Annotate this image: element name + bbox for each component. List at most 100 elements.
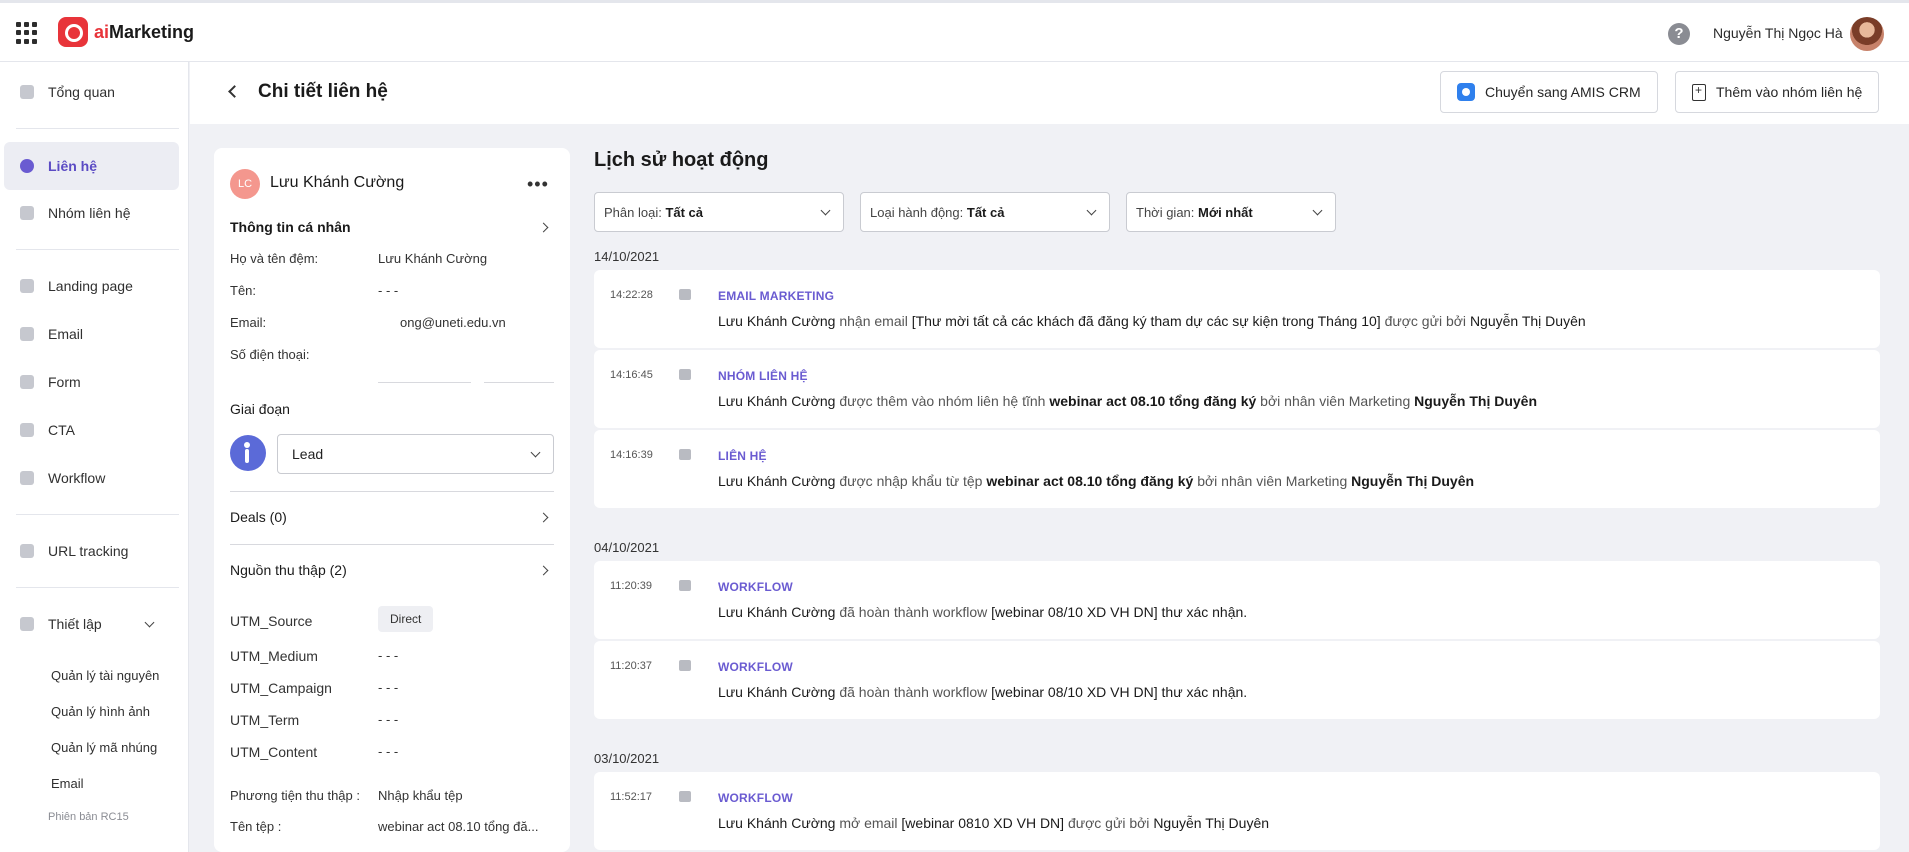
more-options-icon[interactable]: ••• (527, 174, 549, 195)
chevron-right-icon[interactable] (538, 565, 549, 576)
field-value-middle-name: Lưu Khánh Cường (378, 251, 488, 266)
event-type: NHÓM LIÊN HỆ (718, 369, 808, 383)
history-date: 03/10/2021 (594, 751, 660, 766)
event-time: 11:20:37 (610, 660, 653, 672)
event-time: 11:52:17 (610, 791, 653, 803)
event-description: Lưu Khánh Cường nhận email [Thư mời tất … (718, 313, 1586, 329)
history-event[interactable]: 14:16:39 LIÊN HỆ Lưu Khánh Cường được nhập… (594, 430, 1880, 508)
sources-section[interactable]: Nguồn thu thập (2) (230, 562, 347, 578)
workflow-icon (20, 471, 34, 485)
stage-title: Giai đoạn (230, 401, 290, 417)
utm-source-label: UTM_Source (230, 613, 313, 629)
personal-info-title[interactable]: Thông tin cá nhân (230, 219, 351, 235)
contacts-icon (20, 159, 34, 173)
utm-term-value: - - - (378, 712, 399, 727)
sidebar-item-cta[interactable]: CTA (4, 406, 179, 454)
sidebar-item-url-tracking[interactable]: URL tracking (4, 527, 179, 575)
chevron-right-icon[interactable] (538, 222, 549, 233)
app-logo[interactable]: aiMarketing (58, 17, 194, 47)
history-date: 14/10/2021 (594, 249, 660, 264)
top-bar: aiMarketing ? Nguyễn Thị Ngọc Hà (0, 0, 1909, 62)
email-icon (20, 327, 34, 341)
app-name: aiMarketing (94, 21, 195, 42)
contact-card: LC Lưu Khánh Cường ••• Thông tin cá nhân… (214, 148, 570, 852)
sidebar-sub-quan-ly-ma-nhung[interactable]: Quản lý mã nhúng (51, 740, 157, 755)
event-type: WORKFLOW (718, 791, 793, 805)
utm-content-label: UTM_Content (230, 744, 318, 760)
back-arrow-icon[interactable] (228, 85, 241, 98)
stage-select[interactable]: Lead (277, 434, 554, 474)
history-event[interactable]: 14:16:45 NHÓM LIÊN HỆ Lưu Khánh Cường được… (594, 350, 1880, 428)
event-description: Lưu Khánh Cường được thêm vào nhóm liên … (718, 393, 1538, 409)
event-type: WORKFLOW (718, 580, 793, 594)
utm-term-label: UTM_Term (230, 712, 300, 728)
history-event[interactable]: 11:20:39 WORKFLOW Lưu Khánh Cường đã hoàn … (594, 561, 1880, 639)
chevron-down-icon (144, 617, 155, 627)
event-description: Lưu Khánh Cường đã hoàn thành workflow [… (718, 604, 1248, 620)
sidebar-item-thiet-lap[interactable]: Thiết lập (4, 600, 179, 648)
contact-name: Lưu Khánh Cường (270, 174, 405, 191)
help-icon[interactable]: ? (1668, 23, 1690, 45)
event-description: Lưu Khánh Cường đã hoàn thành workflow [… (718, 684, 1248, 700)
contacts-icon (679, 449, 691, 460)
sidebar-sub-quan-ly-hinh-anh[interactable]: Quản lý hình ảnh (51, 704, 150, 719)
channel-value: Nhập khẩu tệp (378, 788, 463, 803)
page-title: Chi tiết liên hệ (258, 81, 388, 102)
deals-section[interactable]: Deals (0) (230, 509, 287, 525)
utm-medium-value: - - - (378, 648, 399, 663)
app-launcher-icon[interactable] (16, 22, 38, 44)
filter-category[interactable]: Phân loại: Tất cả (594, 192, 844, 232)
workflow-icon (679, 660, 691, 671)
event-type: LIÊN HỆ (718, 449, 767, 463)
link-icon (20, 544, 34, 558)
sidebar-sub-email[interactable]: Email (51, 776, 84, 791)
add-to-group-button[interactable]: Thêm vào nhóm liên hệ (1675, 71, 1880, 113)
sidebar-item-landing-page[interactable]: Landing page (4, 262, 179, 310)
chevron-down-icon (1312, 205, 1323, 216)
app-version: Phiên bản RC15 (48, 811, 129, 823)
switch-to-crm-button[interactable]: Chuyển sang AMIS CRM (1440, 71, 1658, 113)
chevron-right-icon[interactable] (538, 512, 549, 523)
history-event[interactable]: 11:52:17 WORKFLOW Lưu Khánh Cường mở email… (594, 772, 1880, 850)
logo-mark-icon (58, 17, 88, 47)
landing-page-icon (20, 279, 34, 293)
sidebar-sub-quan-ly-tai-nguyen[interactable]: Quản lý tài nguyên (51, 668, 159, 683)
sidebar-item-lien-he[interactable]: Liên hệ (4, 142, 179, 190)
email-icon (679, 289, 691, 300)
sidebar-item-tong-quan[interactable]: Tổng quan (4, 68, 179, 116)
page-header: Chi tiết liên hệ Chuyển sang AMIS CRM Th… (190, 62, 1909, 124)
history-title: Lịch sử hoạt động (594, 149, 769, 171)
user-name[interactable]: Nguyễn Thị Ngọc Hà (1713, 25, 1843, 41)
add-group-icon (1692, 83, 1706, 101)
form-icon (20, 375, 34, 389)
workflow-icon (679, 580, 691, 591)
event-time: 14:16:39 (610, 449, 653, 461)
user-avatar[interactable] (1850, 17, 1884, 51)
channel-label: Phương tiện thu thập : (230, 788, 360, 803)
utm-campaign-value: - - - (378, 680, 399, 695)
event-description: Lưu Khánh Cường mở email [webinar 0810 X… (718, 815, 1270, 831)
history-event[interactable]: 11:20:37 WORKFLOW Lưu Khánh Cường đã hoàn … (594, 641, 1880, 719)
chevron-down-icon (530, 447, 541, 458)
sidebar-item-form[interactable]: Form (4, 358, 179, 406)
sidebar-item-email[interactable]: Email (4, 310, 179, 358)
chevron-down-icon (820, 205, 831, 216)
field-label-first-name: Tên: (230, 283, 257, 298)
event-time: 11:20:39 (610, 580, 653, 592)
history-event[interactable]: 14:22:28 EMAIL MARKETING Lưu Khánh Cường n… (594, 270, 1880, 348)
cta-icon (20, 423, 34, 437)
event-description: Lưu Khánh Cường được nhập khẩu từ tệp we… (718, 473, 1475, 489)
amis-crm-icon (1457, 83, 1475, 101)
sidebar-item-nhom-lien-he[interactable]: Nhóm liên hệ (4, 189, 179, 237)
contact-group-icon (679, 369, 691, 380)
event-time: 14:16:45 (610, 369, 653, 381)
field-value-first-name: - - - (378, 283, 399, 298)
event-time: 14:22:28 (610, 289, 653, 301)
utm-content-value: - - - (378, 744, 399, 759)
dashboard-icon (20, 85, 34, 99)
sidebar-item-workflow[interactable]: Workflow (4, 454, 179, 502)
filter-action-type[interactable]: Loại hành động: Tất cả (860, 192, 1110, 232)
field-label-middle-name: Họ và tên đệm: (230, 251, 319, 266)
sidebar: Tổng quan Liên hệ Nhóm liên hệ Landing p… (0, 62, 189, 852)
filter-time[interactable]: Thời gian: Mới nhất (1126, 192, 1336, 232)
